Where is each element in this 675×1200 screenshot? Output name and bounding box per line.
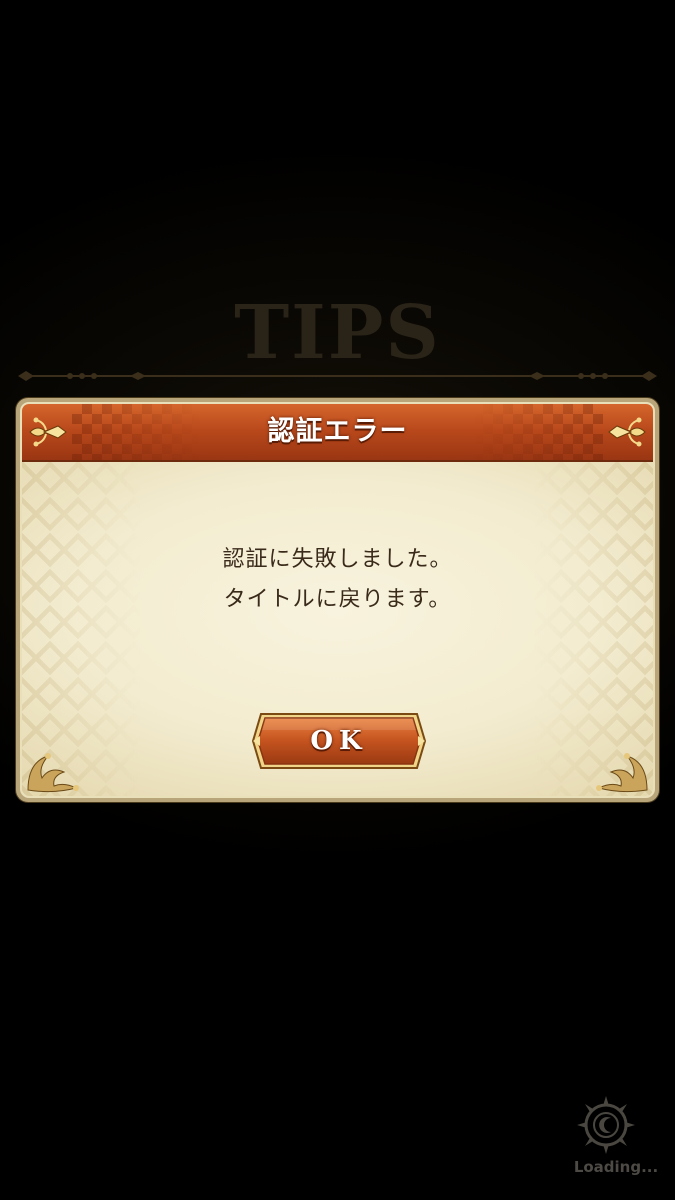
message-line: 認証に失敗しました。 [222,547,453,572]
dialog-header: 認証エラー [22,404,653,462]
loading-indicator: Loading... [566,1094,666,1184]
ok-button[interactable]: OK [251,710,427,772]
auth-error-dialog: 認証エラー 認証に失敗しました。 タイトルに戻ります。 OK [16,398,659,802]
message-line: タイトルに戻ります。 [223,587,452,612]
compass-loading-icon [577,1096,635,1154]
ornamental-divider [18,371,657,381]
error-message: 認証に失敗しました。 タイトルに戻ります。 [22,540,653,620]
loading-label: Loading... [573,1158,659,1176]
corner-ornament-icon [27,753,79,793]
corner-ornament-icon [596,753,648,793]
dialog-panel: 認証エラー 認証に失敗しました。 タイトルに戻ります。 OK [20,402,655,798]
ok-button-label: OK [310,726,368,756]
dialog-title: 認証エラー [267,416,408,447]
